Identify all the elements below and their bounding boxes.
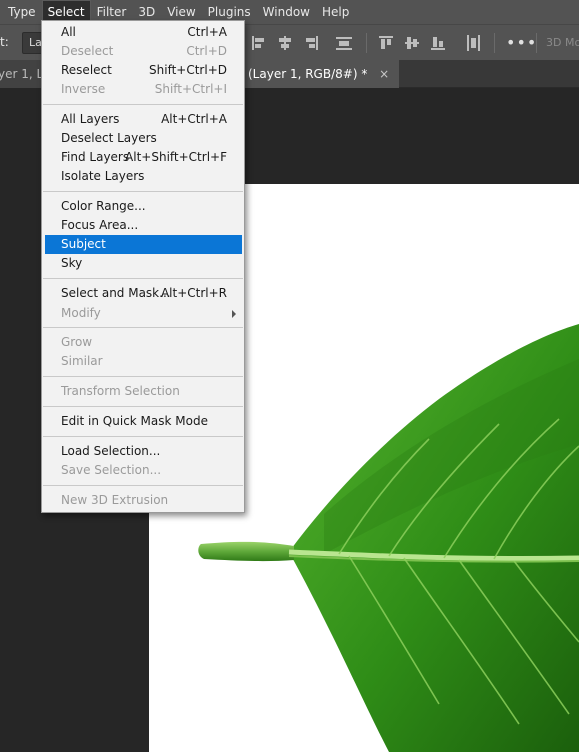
menu-type[interactable]: Type bbox=[0, 0, 42, 24]
menu-separator bbox=[43, 278, 243, 279]
menu-separator bbox=[43, 485, 243, 486]
menu-item-select-and-mask[interactable]: Select and Mask... Alt+Ctrl+R bbox=[45, 284, 242, 303]
menu-item-color-range[interactable]: Color Range... bbox=[45, 197, 242, 216]
menu-item-all-layers[interactable]: All Layers Alt+Ctrl+A bbox=[45, 110, 242, 129]
menu-item-inverse[interactable]: Inverse Shift+Ctrl+I bbox=[45, 80, 242, 99]
menu-separator bbox=[43, 406, 243, 407]
menu-item-subject[interactable]: Subject bbox=[45, 235, 242, 254]
menu-item-modify[interactable]: Modify bbox=[45, 304, 242, 323]
align-left-icon[interactable] bbox=[250, 35, 268, 51]
align-bottom-icon[interactable] bbox=[430, 35, 448, 51]
submenu-arrow-icon bbox=[232, 310, 236, 318]
distribute-vertical-icon[interactable] bbox=[465, 35, 483, 51]
menu-item-deselect[interactable]: Deselect Ctrl+D bbox=[45, 42, 242, 61]
menu-item-similar[interactable]: Similar bbox=[45, 352, 242, 371]
more-options-icon[interactable]: ••• bbox=[506, 33, 537, 52]
menu-item-reselect[interactable]: Reselect Shift+Ctrl+D bbox=[45, 61, 242, 80]
menu-item-all[interactable]: All Ctrl+A bbox=[45, 23, 242, 42]
options-separator bbox=[494, 33, 495, 53]
align-right-icon[interactable] bbox=[302, 35, 320, 51]
menu-item-grow[interactable]: Grow bbox=[45, 333, 242, 352]
menu-separator bbox=[43, 436, 243, 437]
menu-window[interactable]: Window bbox=[257, 0, 316, 24]
menu-item-isolate-layers[interactable]: Isolate Layers bbox=[45, 167, 242, 186]
menu-separator bbox=[43, 191, 243, 192]
menu-item-save-selection[interactable]: Save Selection... bbox=[45, 461, 242, 480]
menu-item-transform-selection[interactable]: Transform Selection bbox=[45, 382, 242, 401]
tab-close-icon[interactable]: × bbox=[379, 67, 389, 81]
select-menu-dropdown: All Ctrl+A Deselect Ctrl+D Reselect Shift+C… bbox=[41, 20, 245, 513]
align-top-icon[interactable] bbox=[378, 35, 396, 51]
3d-mode-label: 3D Mode: bbox=[546, 36, 579, 49]
menu-item-quick-mask[interactable]: Edit in Quick Mask Mode bbox=[45, 412, 242, 431]
menu-item-find-layers[interactable]: Find Layers Alt+Shift+Ctrl+F bbox=[45, 148, 242, 167]
options-separator bbox=[536, 33, 537, 53]
menu-help[interactable]: Help bbox=[316, 0, 355, 24]
document-tab-inactive[interactable]: yer 1, La bbox=[0, 60, 44, 88]
options-label: t: bbox=[0, 35, 9, 49]
tab-title: (Layer 1, RGB/8#) * bbox=[248, 67, 368, 81]
menu-separator bbox=[43, 327, 243, 328]
document-tab-active[interactable]: (Layer 1, RGB/8#) * × bbox=[244, 60, 400, 88]
menu-item-sky[interactable]: Sky bbox=[45, 254, 242, 273]
distribute-icon[interactable] bbox=[336, 35, 354, 51]
menu-item-deselect-layers[interactable]: Deselect Layers bbox=[45, 129, 242, 148]
menu-item-focus-area[interactable]: Focus Area... bbox=[45, 216, 242, 235]
align-middle-icon[interactable] bbox=[404, 35, 422, 51]
menu-separator bbox=[43, 104, 243, 105]
options-separator bbox=[366, 33, 367, 53]
menu-item-new-3d-extrusion[interactable]: New 3D Extrusion bbox=[45, 491, 242, 510]
align-center-icon[interactable] bbox=[276, 35, 294, 51]
menu-separator bbox=[43, 376, 243, 377]
menu-item-load-selection[interactable]: Load Selection... bbox=[45, 442, 242, 461]
